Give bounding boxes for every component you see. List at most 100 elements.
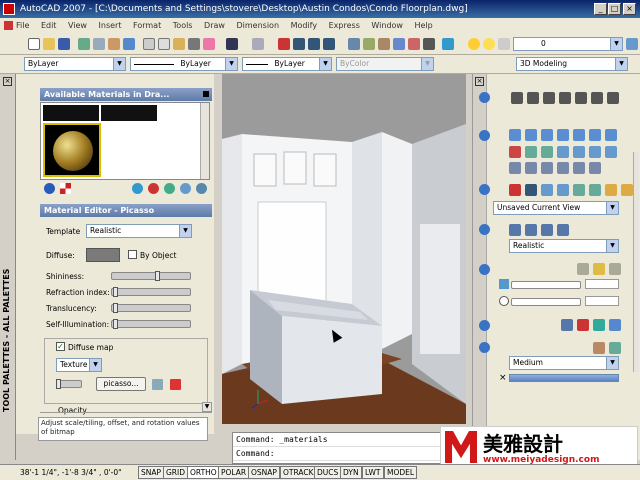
render-icon[interactable] xyxy=(593,342,605,354)
markup-icon[interactable] xyxy=(408,38,420,50)
polar-toggle[interactable]: POLAR xyxy=(218,466,250,479)
delete-map-icon[interactable] xyxy=(170,379,181,390)
translucency-slider[interactable] xyxy=(111,303,191,313)
menu-modify[interactable]: Modify xyxy=(291,21,318,30)
section-icon[interactable] xyxy=(525,162,537,174)
map-blend-slider[interactable] xyxy=(56,379,82,389)
diffuse-map-checkbox[interactable]: ✓ xyxy=(56,342,65,351)
osnap-toggle[interactable]: OSNAP xyxy=(248,466,280,479)
undo-icon[interactable] xyxy=(226,38,238,50)
self-illumination-slider[interactable] xyxy=(111,319,191,329)
wedge-icon[interactable] xyxy=(589,129,601,141)
adjust-bitmap-icon[interactable] xyxy=(152,379,163,390)
match-properties-icon[interactable] xyxy=(188,38,200,50)
maximize-button[interactable]: □ xyxy=(608,3,621,15)
sweep-icon[interactable] xyxy=(589,146,601,158)
polyline-icon[interactable] xyxy=(527,92,539,104)
view-combo[interactable]: Unsaved Current View ▼ xyxy=(493,201,619,215)
plot-icon[interactable] xyxy=(78,38,90,50)
remove-icon[interactable] xyxy=(196,183,207,194)
materials-off-icon[interactable] xyxy=(577,319,589,331)
dyn-toggle[interactable]: DYN xyxy=(340,466,362,479)
light-panel-icon[interactable] xyxy=(479,264,490,275)
3d-navigate-panel-icon[interactable] xyxy=(479,184,490,195)
visual-style-panel-icon[interactable] xyxy=(479,224,490,235)
lock-icon[interactable] xyxy=(498,38,510,50)
new-icon[interactable] xyxy=(28,38,40,50)
linetype-combo[interactable]: ByLayer ▼ xyxy=(130,57,238,71)
scroll-down-icon[interactable]: ▼ xyxy=(202,402,212,412)
square-icon[interactable] xyxy=(203,91,209,97)
menu-insert[interactable]: Insert xyxy=(99,21,122,30)
slider-thumb[interactable] xyxy=(56,379,61,389)
realistic-icon[interactable] xyxy=(557,224,569,236)
drawing-viewport[interactable] xyxy=(222,74,466,424)
menu-dimension[interactable]: Dimension xyxy=(236,21,279,30)
line-icon[interactable] xyxy=(511,92,523,104)
slider-thumb[interactable] xyxy=(113,319,118,329)
camera-icon[interactable] xyxy=(605,184,617,196)
lineweight-combo[interactable]: ByLayer ▼ xyxy=(242,57,332,71)
plotstyle-combo[interactable]: ByColor ▼ xyxy=(336,57,434,71)
paste-icon[interactable] xyxy=(173,38,185,50)
menu-window[interactable]: Window xyxy=(371,21,403,30)
date-field[interactable] xyxy=(585,279,619,289)
workspace-combo[interactable]: 3D Modeling ▼ xyxy=(516,57,628,71)
3d-dwf-icon[interactable] xyxy=(123,38,135,50)
tool-palette-titlebar[interactable]: × TOOL PALETTES - ALL PALETTES xyxy=(0,74,16,460)
hidden-icon[interactable] xyxy=(525,224,537,236)
sphere-icon[interactable] xyxy=(557,129,569,141)
intersect-icon[interactable] xyxy=(541,146,553,158)
open-icon[interactable] xyxy=(43,38,55,50)
orbit-icon[interactable] xyxy=(541,184,553,196)
menu-format[interactable]: Format xyxy=(133,21,161,30)
menu-tools[interactable]: Tools xyxy=(173,21,193,30)
subtract-icon[interactable] xyxy=(525,146,537,158)
document-icon[interactable] xyxy=(4,21,13,30)
select-image-button[interactable]: picasso... xyxy=(96,377,146,391)
zoom-previous-icon[interactable] xyxy=(323,38,335,50)
pyramid-icon[interactable] xyxy=(573,129,585,141)
3d-move-icon[interactable] xyxy=(557,162,569,174)
3d-zoom-icon[interactable] xyxy=(525,184,537,196)
zoom-window-icon[interactable] xyxy=(308,38,320,50)
render-panel-icon[interactable] xyxy=(479,342,490,353)
mapping-icon[interactable] xyxy=(593,319,605,331)
checker-icon[interactable] xyxy=(60,183,71,194)
minimize-button[interactable]: _ xyxy=(594,3,607,15)
ducs-toggle[interactable]: DUCS xyxy=(314,466,342,479)
swatch-scrollbar[interactable] xyxy=(200,103,209,179)
cone-icon[interactable] xyxy=(541,129,553,141)
circle-icon[interactable] xyxy=(591,92,603,104)
revolve-icon[interactable] xyxy=(573,146,585,158)
otrack-toggle[interactable]: OTRACK xyxy=(280,466,317,479)
redo-icon[interactable] xyxy=(252,38,264,50)
calendar-icon[interactable] xyxy=(499,279,509,289)
fly-icon[interactable] xyxy=(589,184,601,196)
rectangle-icon[interactable] xyxy=(575,92,587,104)
slider-thumb[interactable] xyxy=(155,271,160,281)
menu-draw[interactable]: Draw xyxy=(204,21,225,30)
lwt-toggle[interactable]: LWT xyxy=(362,466,384,479)
cut-icon[interactable] xyxy=(143,38,155,50)
torus-icon[interactable] xyxy=(605,129,617,141)
pan-icon[interactable] xyxy=(278,38,290,50)
map-type-combo[interactable]: Texture M ▼ xyxy=(56,358,102,372)
wireframe-icon[interactable] xyxy=(509,224,521,236)
apply-icon[interactable] xyxy=(180,183,191,194)
snap-toggle[interactable]: SNAP xyxy=(138,466,165,479)
clock-icon[interactable] xyxy=(499,296,509,306)
close-icon[interactable]: × xyxy=(475,77,484,86)
refraction-slider[interactable] xyxy=(111,287,191,297)
arc-icon[interactable] xyxy=(543,92,555,104)
view-cube-icon[interactable] xyxy=(621,184,633,196)
2d-draw-panel-icon[interactable] xyxy=(479,92,490,103)
properties-icon[interactable] xyxy=(348,38,360,50)
menu-file[interactable]: File xyxy=(16,21,29,30)
zoom-realtime-icon[interactable] xyxy=(293,38,305,50)
render-quality-combo[interactable]: Medium ▼ xyxy=(509,356,619,370)
block-editor-icon[interactable] xyxy=(203,38,215,50)
close-icon[interactable]: × xyxy=(499,373,507,383)
swivel-icon[interactable] xyxy=(557,184,569,196)
box-icon[interactable] xyxy=(509,129,521,141)
